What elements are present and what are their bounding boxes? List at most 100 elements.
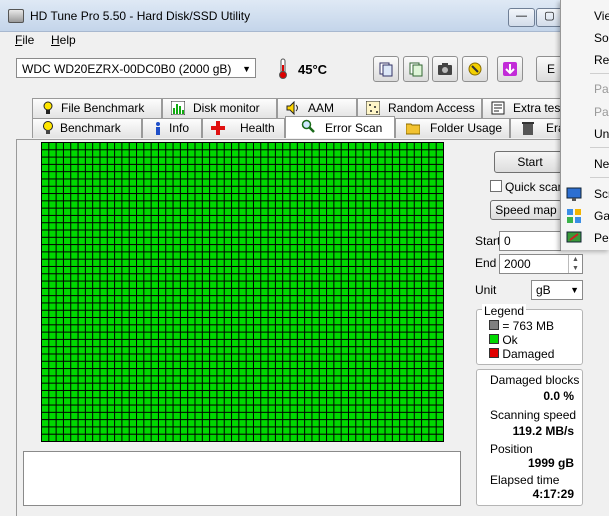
tab-benchmark[interactable]: Benchmark xyxy=(32,118,142,138)
block-cell-ok xyxy=(312,310,319,318)
block-cell-ok xyxy=(392,281,400,288)
context-menu-item-new[interactable]: Ne xyxy=(594,157,609,171)
block-cell-ok xyxy=(312,164,319,172)
block-cell-ok xyxy=(100,259,107,266)
quick-scan-checkbox[interactable] xyxy=(490,180,502,192)
spin-down-icon[interactable]: ▼ xyxy=(569,264,582,273)
block-cell-ok xyxy=(283,332,290,339)
context-menu-separator xyxy=(590,73,609,74)
tab-error-scan[interactable]: Error Scan xyxy=(285,116,395,138)
tab-disk-monitor[interactable]: Disk monitor xyxy=(162,98,277,118)
block-cell-ok xyxy=(115,274,122,281)
block-cell-ok xyxy=(78,143,85,150)
tab-folder-usage[interactable]: Folder Usage xyxy=(395,118,510,138)
block-cell-ok xyxy=(305,230,312,237)
speed-map-button[interactable]: Speed map xyxy=(490,200,562,220)
tab-aam[interactable]: AAM xyxy=(277,98,357,118)
block-cell-ok xyxy=(261,369,268,376)
block-cell-ok xyxy=(327,332,334,339)
block-cell-ok xyxy=(348,201,356,208)
block-cell-ok xyxy=(166,405,173,412)
block-cell-ok xyxy=(297,347,305,354)
tab-health[interactable]: Health xyxy=(202,118,285,138)
block-cell-ok xyxy=(297,179,305,186)
block-cell-ok xyxy=(56,361,63,369)
damaged-blocks-label: Damaged blocks xyxy=(490,373,580,387)
block-cell-ok xyxy=(85,186,93,194)
save-button[interactable] xyxy=(497,56,523,82)
start-button[interactable]: Start xyxy=(494,151,566,173)
menu-help[interactable]: Help xyxy=(51,33,76,47)
block-cell-ok xyxy=(290,215,297,223)
block-cell-ok xyxy=(246,179,253,186)
block-cell-ok xyxy=(49,150,56,157)
block-cell-ok xyxy=(224,361,232,369)
block-cell-ok xyxy=(202,339,210,347)
block-cell-ok xyxy=(137,208,144,215)
block-cell-ok xyxy=(107,230,115,237)
copy-all-button[interactable] xyxy=(403,56,429,82)
end-position-input[interactable]: 2000 ▲ ▼ xyxy=(499,254,583,274)
block-cell-ok xyxy=(305,266,312,274)
tab-file-benchmark[interactable]: File Benchmark xyxy=(32,98,162,118)
context-menu-item-personalize[interactable]: Pe xyxy=(594,231,609,245)
options-button[interactable] xyxy=(462,56,488,82)
minimize-button[interactable]: — xyxy=(508,8,535,27)
block-cell-ok xyxy=(144,281,151,288)
block-cell-ok xyxy=(436,215,443,223)
context-menu-item-undo[interactable]: Un xyxy=(594,127,609,141)
copy-info-button[interactable] xyxy=(373,56,399,82)
block-cell-ok xyxy=(356,383,363,390)
drive-select[interactable]: WDC WD20EZRX-00DC0B0 (2000 gB) ▼ xyxy=(16,58,256,78)
block-cell-ok xyxy=(305,288,312,296)
block-cell-ok xyxy=(436,194,443,201)
spin-up-icon[interactable]: ▲ xyxy=(569,255,582,264)
end-position-value: 2000 xyxy=(504,257,531,271)
block-cell-ok xyxy=(414,223,422,230)
block-cell-ok xyxy=(407,157,414,164)
block-cell-ok xyxy=(188,339,195,347)
tab-erase[interactable]: Era xyxy=(510,118,562,138)
context-menu-item-sort[interactable]: So xyxy=(594,31,609,45)
block-cell-ok xyxy=(246,157,253,164)
block-cell-ok xyxy=(144,427,151,434)
block-cell-ok xyxy=(144,179,151,186)
block-cell-ok xyxy=(422,157,429,164)
block-cell-ok xyxy=(144,172,151,179)
context-menu-item-gadgets[interactable]: Ga xyxy=(594,209,609,223)
block-cell-ok xyxy=(363,259,370,266)
quick-scan-label: Quick scan xyxy=(505,180,565,194)
tab-info[interactable]: Info xyxy=(142,118,202,138)
block-cell-ok xyxy=(239,179,246,186)
tab-random-access[interactable]: Random Access xyxy=(357,98,482,118)
tab-extra-tests[interactable]: Extra tes xyxy=(482,98,562,118)
block-cell-ok xyxy=(297,266,305,274)
block-cell-ok xyxy=(217,318,224,325)
block-cell-ok xyxy=(370,259,378,266)
block-cell-ok xyxy=(275,172,283,179)
block-cell-ok xyxy=(202,194,210,201)
end-spinner[interactable]: ▲ ▼ xyxy=(568,255,582,273)
context-menu-item-view[interactable]: View xyxy=(594,9,609,23)
block-cell-ok xyxy=(414,434,422,441)
block-cell-ok xyxy=(370,223,378,230)
context-menu-item-refresh[interactable]: Re xyxy=(594,53,609,67)
block-cell-ok xyxy=(180,179,188,186)
block-cell-ok xyxy=(297,339,305,347)
screenshot-button[interactable] xyxy=(432,56,458,82)
block-cell-ok xyxy=(49,310,56,318)
start-position-input[interactable]: 0 xyxy=(499,231,561,251)
menu-file[interactable]: File xyxy=(15,33,34,47)
maximize-button[interactable]: ▢ xyxy=(536,8,563,27)
block-cell-ok xyxy=(261,230,268,237)
block-cell-ok xyxy=(224,303,232,310)
block-cell-ok xyxy=(63,347,71,354)
unit-select[interactable]: gB ▼ xyxy=(531,280,583,300)
block-cell-ok xyxy=(385,383,392,390)
context-menu-item-screen-resolution[interactable]: Scr xyxy=(594,187,609,201)
block-cell-ok xyxy=(166,186,173,194)
block-cell-ok xyxy=(290,274,297,281)
block-cell-ok xyxy=(56,288,63,296)
block-cell-ok xyxy=(239,215,246,223)
block-cell-ok xyxy=(275,281,283,288)
